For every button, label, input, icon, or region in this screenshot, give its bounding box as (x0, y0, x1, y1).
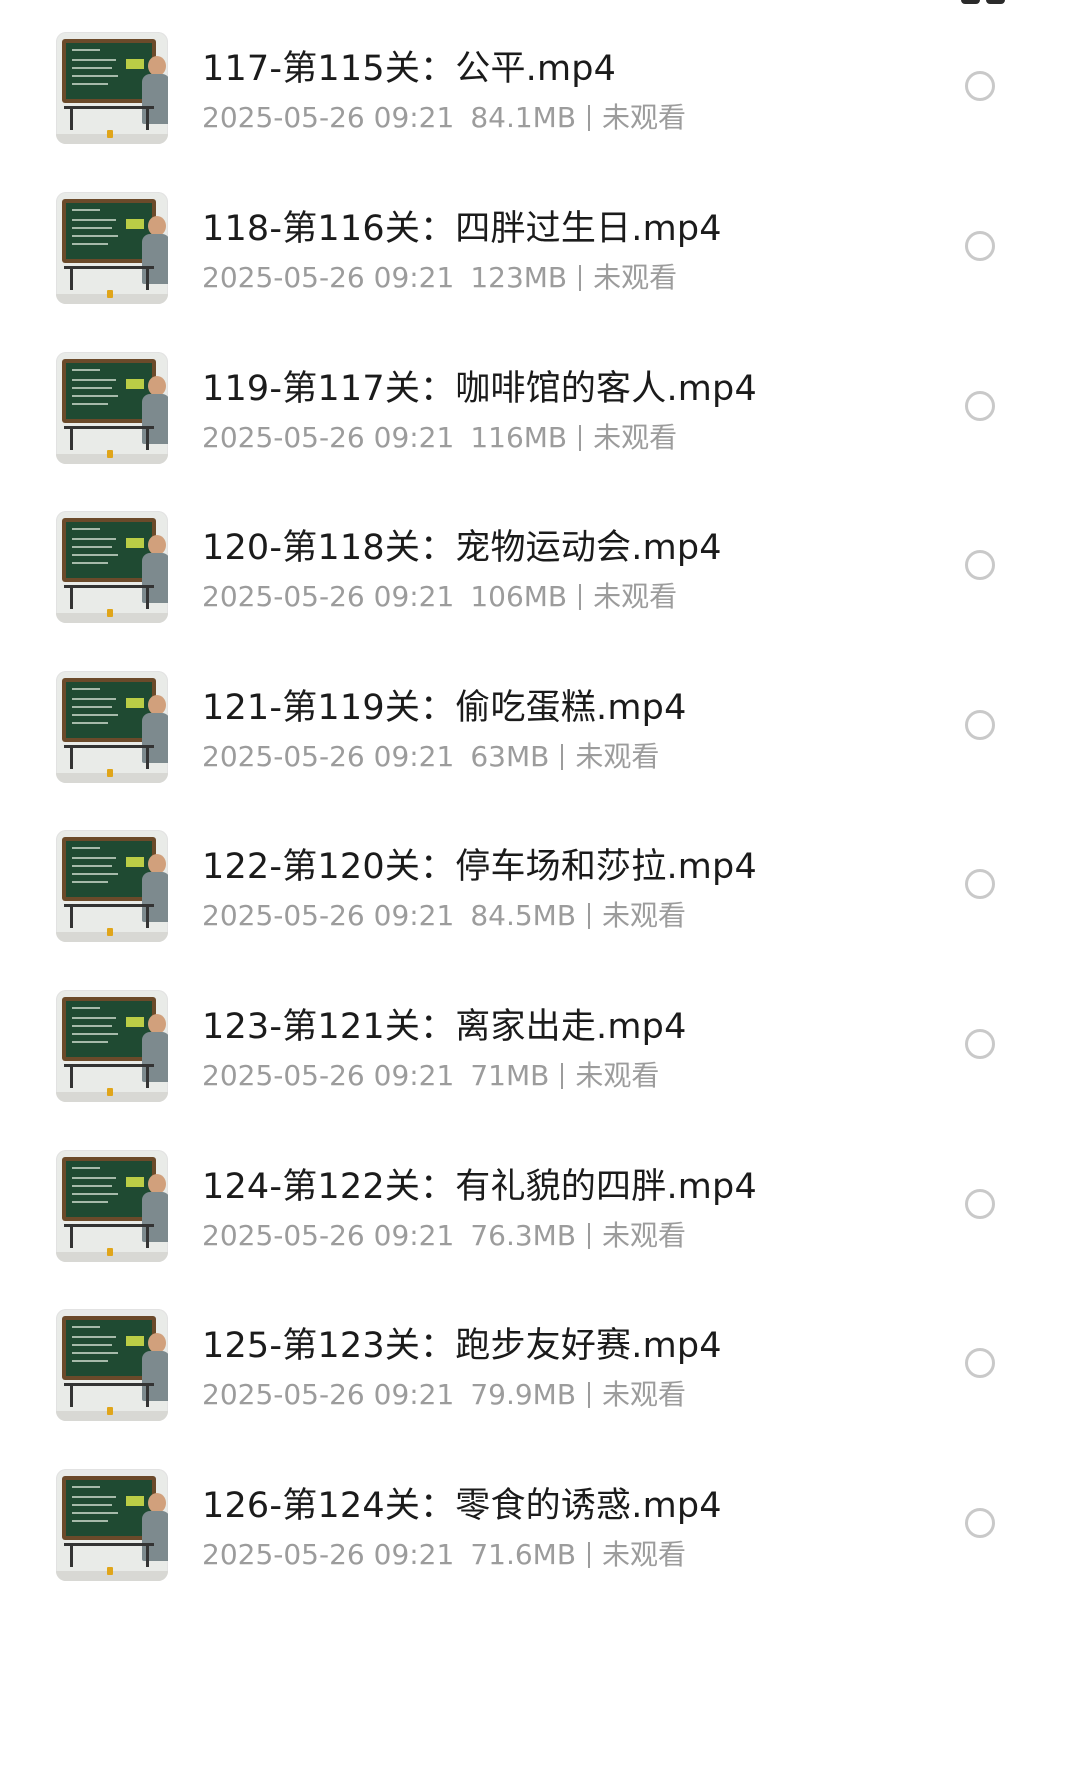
file-date: 2025-05-26 09:21 (202, 101, 455, 134)
file-meta: 2025-05-26 09:21 123MB 未观看 (202, 256, 677, 296)
meta-divider (588, 903, 591, 929)
radio-select-icon[interactable] (965, 1508, 995, 1538)
file-meta: 2025-05-26 09:21 63MB 未观看 (202, 735, 659, 775)
file-date: 2025-05-26 09:21 (202, 899, 455, 932)
watch-status: 未观看 (602, 1378, 687, 1411)
list-item[interactable]: 124-第122关：有礼貌的四胖.mp4 2025-05-26 09:21 76.3… (0, 1118, 1080, 1298)
meta-divider (588, 105, 591, 131)
file-name: 126-第124关：零食的诱惑.mp4 (202, 1486, 722, 1526)
file-name: 119-第117关：咖啡馆的客人.mp4 (202, 369, 757, 409)
file-meta: 2025-05-26 09:21 84.1MB 未观看 (202, 96, 686, 136)
file-date: 2025-05-26 09:21 (202, 1378, 455, 1411)
list-item[interactable]: 118-第116关：四胖过生日.mp4 2025-05-26 09:21 123MB… (0, 160, 1080, 340)
list-item[interactable]: 125-第123关：跑步友好赛.mp4 2025-05-26 09:21 79.9M… (0, 1277, 1080, 1457)
video-thumbnail-icon[interactable] (56, 990, 168, 1102)
file-size: 76.3MB (470, 1219, 577, 1252)
file-meta: 2025-05-26 09:21 71.6MB 未观看 (202, 1533, 686, 1573)
file-meta: 2025-05-26 09:21 106MB 未观看 (202, 575, 677, 615)
file-size: 116MB (470, 421, 568, 454)
video-thumbnail-icon[interactable] (56, 192, 168, 304)
file-size: 84.1MB (470, 101, 577, 134)
file-meta: 2025-05-26 09:21 76.3MB 未观看 (202, 1214, 686, 1254)
file-name: 125-第123关：跑步友好赛.mp4 (202, 1326, 722, 1366)
list-item[interactable]: 117-第115关：公平.mp4 2025-05-26 09:21 84.1MB 未观… (0, 0, 1080, 180)
file-date: 2025-05-26 09:21 (202, 1059, 455, 1092)
file-size: 123MB (470, 261, 568, 294)
file-name: 123-第121关：离家出走.mp4 (202, 1007, 687, 1047)
video-thumbnail-icon[interactable] (56, 1309, 168, 1421)
file-name: 121-第119关：偷吃蛋糕.mp4 (202, 688, 687, 728)
file-name: 118-第116关：四胖过生日.mp4 (202, 209, 722, 249)
watch-status: 未观看 (593, 580, 678, 613)
file-date: 2025-05-26 09:21 (202, 740, 455, 773)
video-thumbnail-icon[interactable] (56, 352, 168, 464)
file-name: 122-第120关：停车场和莎拉.mp4 (202, 847, 757, 887)
list-item[interactable]: 121-第119关：偷吃蛋糕.mp4 2025-05-26 09:21 63MB 未观… (0, 639, 1080, 819)
radio-select-icon[interactable] (965, 391, 995, 421)
list-item[interactable]: 126-第124关：零食的诱惑.mp4 2025-05-26 09:21 71.6M… (0, 1437, 1080, 1617)
file-date: 2025-05-26 09:21 (202, 1538, 455, 1571)
video-thumbnail-icon[interactable] (56, 671, 168, 783)
video-thumbnail-icon[interactable] (56, 1150, 168, 1262)
file-date: 2025-05-26 09:21 (202, 421, 455, 454)
watch-status: 未观看 (602, 899, 687, 932)
file-name: 124-第122关：有礼貌的四胖.mp4 (202, 1167, 757, 1207)
radio-select-icon[interactable] (965, 231, 995, 261)
radio-select-icon[interactable] (965, 710, 995, 740)
meta-divider (579, 425, 582, 451)
meta-divider (588, 1382, 591, 1408)
list-item[interactable]: 123-第121关：离家出走.mp4 2025-05-26 09:21 71MB 未观… (0, 958, 1080, 1138)
video-thumbnail-icon[interactable] (56, 1469, 168, 1581)
meta-divider (588, 1542, 591, 1568)
video-thumbnail-icon[interactable] (56, 830, 168, 942)
list-item[interactable]: 122-第120关：停车场和莎拉.mp4 2025-05-26 09:21 84.5… (0, 798, 1080, 978)
file-date: 2025-05-26 09:21 (202, 1219, 455, 1252)
file-date: 2025-05-26 09:21 (202, 261, 455, 294)
watch-status: 未观看 (602, 101, 687, 134)
file-name: 117-第115关：公平.mp4 (202, 49, 617, 89)
radio-select-icon[interactable] (965, 869, 995, 899)
file-date: 2025-05-26 09:21 (202, 580, 455, 613)
file-size: 71MB (470, 1059, 550, 1092)
meta-divider (579, 584, 582, 610)
watch-status: 未观看 (575, 740, 660, 773)
watch-status: 未观看 (602, 1219, 687, 1252)
file-meta: 2025-05-26 09:21 116MB 未观看 (202, 416, 677, 456)
file-size: 63MB (470, 740, 550, 773)
list-item[interactable]: 120-第118关：宠物运动会.mp4 2025-05-26 09:21 106MB… (0, 479, 1080, 659)
meta-divider (561, 744, 564, 770)
radio-select-icon[interactable] (965, 71, 995, 101)
watch-status: 未观看 (602, 1538, 687, 1571)
radio-select-icon[interactable] (965, 550, 995, 580)
file-meta: 2025-05-26 09:21 71MB 未观看 (202, 1054, 659, 1094)
meta-divider (588, 1223, 591, 1249)
radio-select-icon[interactable] (965, 1348, 995, 1378)
file-size: 106MB (470, 580, 568, 613)
video-thumbnail-icon[interactable] (56, 511, 168, 623)
radio-select-icon[interactable] (965, 1189, 995, 1219)
file-size: 84.5MB (470, 899, 577, 932)
file-meta: 2025-05-26 09:21 79.9MB 未观看 (202, 1373, 686, 1413)
radio-select-icon[interactable] (965, 1029, 995, 1059)
meta-divider (561, 1063, 564, 1089)
meta-divider (579, 265, 582, 291)
watch-status: 未观看 (593, 421, 678, 454)
file-size: 79.9MB (470, 1378, 577, 1411)
video-thumbnail-icon[interactable] (56, 32, 168, 144)
watch-status: 未观看 (575, 1059, 660, 1092)
file-name: 120-第118关：宠物运动会.mp4 (202, 528, 722, 568)
file-meta: 2025-05-26 09:21 84.5MB 未观看 (202, 894, 686, 934)
watch-status: 未观看 (593, 261, 678, 294)
file-size: 71.6MB (470, 1538, 577, 1571)
list-item[interactable]: 119-第117关：咖啡馆的客人.mp4 2025-05-26 09:21 116M… (0, 320, 1080, 500)
